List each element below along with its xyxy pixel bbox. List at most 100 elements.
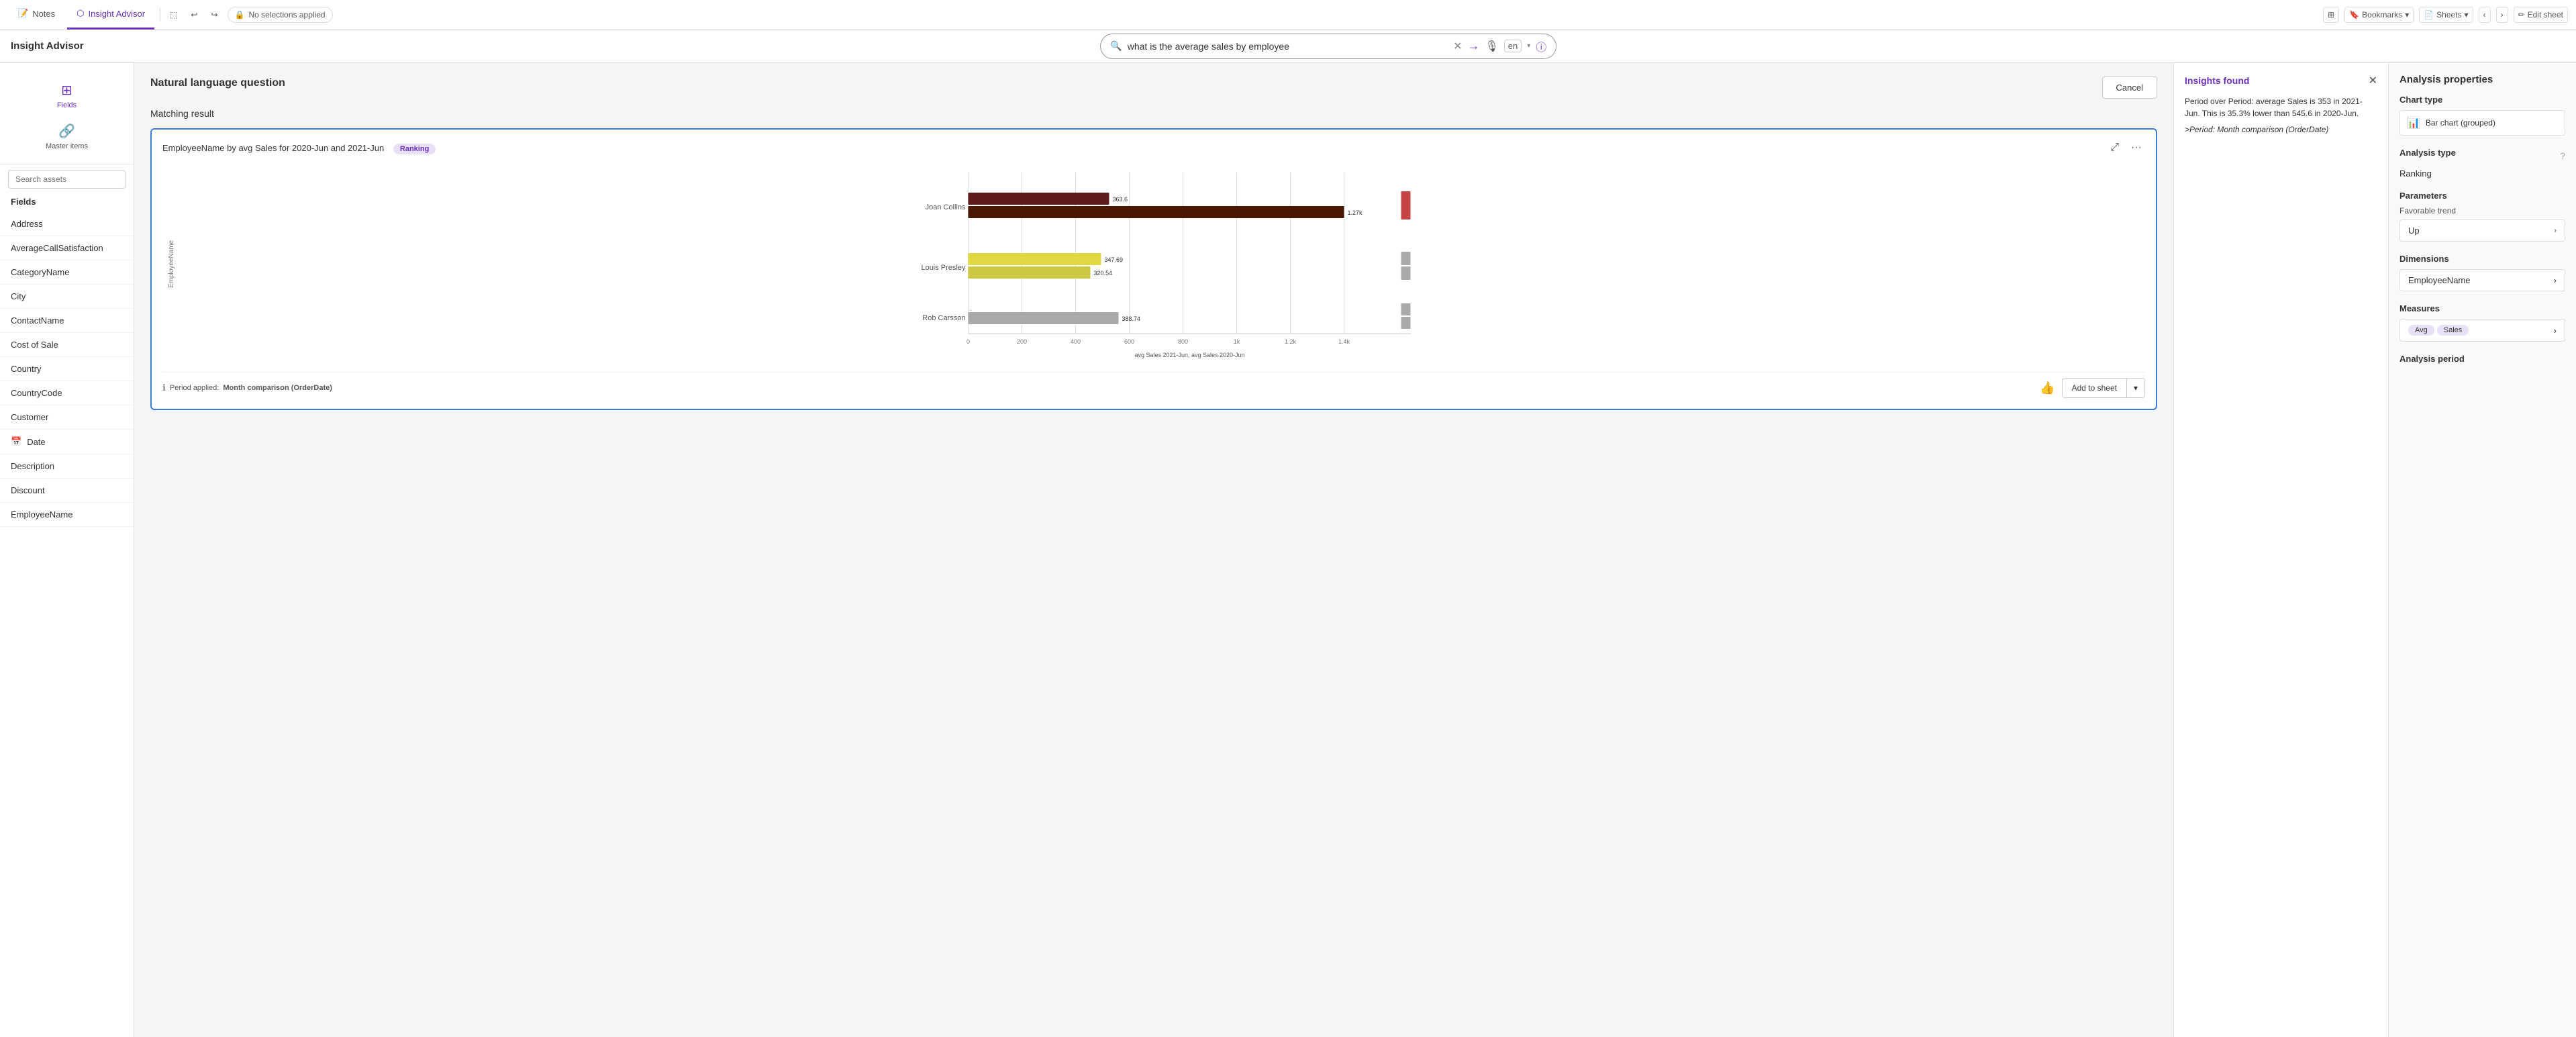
cancel-button[interactable]: Cancel [2102,77,2157,99]
chart-footer-right: 👍 Add to sheet ▾ [2040,378,2145,398]
dimension-value: EmployeeName [2408,275,2471,285]
main-layout: ⊞ Fields 🔗 Master items Fields Address A… [0,63,2576,1037]
favorable-trend-select[interactable]: Up › [2399,219,2565,242]
insight-advisor-label: Insight Advisor [89,9,146,19]
mic-btn[interactable]: 🎙 [1485,40,1498,53]
sidebar-item-city[interactable]: City [0,285,134,309]
insight-text: Period over Period: average Sales is 353… [2185,95,2377,119]
sidebar-item-address[interactable]: Address [0,212,134,236]
measures-title: Measures [2399,303,2565,313]
svg-text:Joan Collins: Joan Collins [926,203,966,211]
main-area: Natural language question Cancel Matchin… [134,63,2388,1037]
sidebar-fields-list: Address AverageCallSatisfaction Category… [0,212,134,1029]
select-chevron-icon: › [2554,227,2557,235]
insights-title: Insights found [2185,75,2249,86]
expand-chart-btn[interactable]: ⤢ [2107,140,2122,155]
sidebar-item-countrycode[interactable]: CountryCode [0,381,134,405]
sub-header-title: Insight Advisor [11,40,84,52]
selections-badge[interactable]: 🔒 No selections applied [228,7,333,23]
notes-tab[interactable]: 📝 Notes [8,0,64,30]
lock-icon: 🔒 [235,10,245,19]
svg-text:347.69: 347.69 [1105,256,1124,263]
sidebar-item-contactname[interactable]: ContactName [0,309,134,333]
dimensions-section: Dimensions EmployeeName › [2399,254,2565,291]
svg-text:Rob Carsson: Rob Carsson [922,314,965,322]
sheets-btn[interactable]: 📄 Sheets ▾ [2419,7,2473,23]
screenshot-btn[interactable]: ⬚ [166,7,181,22]
help-icon[interactable]: ? [2560,150,2565,161]
nav-tools: ⬚ ↩ ↪ 🔒 No selections applied [166,7,333,23]
sidebar-item-costofsale[interactable]: Cost of Sale [0,333,134,357]
more-options-btn[interactable]: ··· [2128,140,2145,155]
dimension-row[interactable]: EmployeeName › [2399,269,2565,291]
clear-search-btn[interactable]: ✕ [1453,40,1462,53]
lang-chevron-icon: ▾ [1527,42,1530,50]
sidebar-item-description[interactable]: Description [0,454,134,479]
yaxis-label: EmployeeName [162,166,181,362]
sidebar-item-avgcallsatisfaction[interactable]: AverageCallSatisfaction [0,236,134,260]
prev-sheet-btn[interactable]: ‹ [2479,7,2491,23]
chart-type-row[interactable]: 📊 Bar chart (grouped) [2399,110,2565,136]
forward-btn[interactable]: ↪ [207,7,221,22]
sheet-icon: 📄 [2424,10,2434,19]
sidebar-item-discount[interactable]: Discount [0,479,134,503]
period-link[interactable]: Month comparison (OrderDate) [223,384,332,392]
grid-btn[interactable]: ⊞ [2323,7,2339,23]
sidebar-item-country[interactable]: Country [0,357,134,381]
chart-card: EmployeeName by avg Sales for 2020-Jun a… [150,128,2157,410]
thumbs-up-btn[interactable]: 👍 [2040,381,2054,395]
dimensions-title: Dimensions [2399,254,2565,264]
add-to-sheet-button[interactable]: Add to sheet ▾ [2062,378,2145,398]
measures-row[interactable]: Avg Sales › [2399,319,2565,342]
measures-section: Measures Avg Sales › [2399,303,2565,342]
svg-text:0: 0 [967,338,970,345]
chart-actions: ⤢ ··· [2107,140,2145,155]
svg-text:320.54: 320.54 [1094,270,1113,277]
chart-svg: Joan Collins 363.6 1.27k Louis Presley [181,166,2145,360]
search-icon: 🔍 [1110,40,1122,52]
insight-link[interactable]: >Period: Month comparison (OrderDate) [2185,125,2377,134]
info-btn[interactable]: ⓘ [1536,38,1546,54]
dimension-chevron-icon: › [2554,275,2557,285]
bookmarks-btn[interactable]: 🔖 Bookmarks ▾ [2344,7,2414,23]
subsection-title: Matching result [150,108,2157,119]
sidebar-master-items-nav[interactable]: 🔗 Master items [38,117,96,156]
svg-text:1k: 1k [1234,338,1240,345]
pencil-icon: ✏ [2518,10,2525,19]
sidebar-item-categoryname[interactable]: CategoryName [0,260,134,285]
insight-advisor-tab[interactable]: ⬡ Insight Advisor [67,0,154,30]
back-btn[interactable]: ↩ [187,7,201,22]
insights-panel: Insights found ✕ Period over Period: ave… [2173,63,2388,1037]
top-nav-right: ⊞ 🔖 Bookmarks ▾ 📄 Sheets ▾ ‹ › ✏ Edit sh… [2323,7,2568,23]
ranking-badge: Ranking [393,144,436,154]
next-sheet-btn[interactable]: › [2496,7,2508,23]
search-input[interactable] [1128,41,1448,52]
sidebar-item-employeename[interactable]: EmployeeName [0,503,134,527]
no-selections-label: No selections applied [248,10,325,19]
chart-header: EmployeeName by avg Sales for 2020-Jun a… [162,140,2145,155]
submit-search-btn[interactable]: → [1467,39,1479,53]
fields-icon: ⊞ [61,82,72,99]
sub-header: Insight Advisor 🔍 ✕ → 🎙 en ▾ ⓘ [0,30,2576,63]
sidebar-item-date[interactable]: 📅 Date [0,430,134,454]
sidebar-item-customer[interactable]: Customer [0,405,134,430]
master-items-label: Master items [46,142,88,150]
sidebar-fields-nav[interactable]: ⊞ Fields [49,77,85,115]
favorable-trend-value: Up [2408,226,2420,236]
date-label: Date [27,437,45,447]
language-btn[interactable]: en [1504,40,1522,52]
analysis-period-section: Analysis period [2399,354,2565,364]
calendar-icon: 📅 [11,436,21,447]
insights-close-btn[interactable]: ✕ [2369,74,2377,87]
add-sheet-dropdown-btn[interactable]: ▾ [2126,379,2144,397]
assets-search-input[interactable] [8,170,126,189]
add-sheet-label[interactable]: Add to sheet [2063,379,2126,397]
sidebar-search [0,170,134,194]
analysis-type-value: Ranking [2399,168,2565,179]
bar-chart-icon: 📊 [2407,116,2420,130]
notes-label: Notes [32,9,55,19]
edit-sheet-btn[interactable]: ✏ Edit sheet [2514,7,2568,23]
sheets-chevron-icon: ▾ [2465,10,2469,19]
analysis-panel-title: Analysis properties [2399,74,2565,85]
chart-title: EmployeeName by avg Sales for 2020-Jun a… [162,143,384,153]
